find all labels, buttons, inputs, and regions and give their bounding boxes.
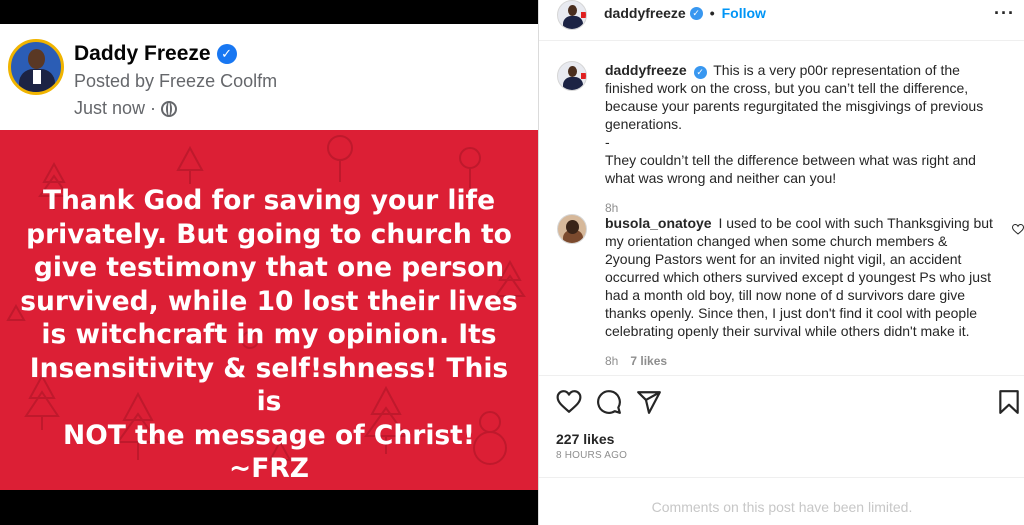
- fb-author-name-text: Daddy Freeze: [74, 42, 211, 65]
- post-header-user: daddyfreeze ✓ • Follow: [604, 5, 766, 21]
- verified-badge-icon: ✓: [689, 6, 703, 20]
- comment-meta: 8h 7 likes: [605, 352, 997, 370]
- author-avatar[interactable]: [557, 0, 587, 30]
- more-options-icon[interactable]: ···: [994, 3, 1015, 24]
- comment-body: busola_onatoye I used to be cool with su…: [605, 214, 997, 370]
- follow-button[interactable]: Follow: [722, 5, 766, 21]
- comment-text: I used to be cool with such Thanksgiving…: [605, 215, 993, 339]
- comments-panel: daddyfreeze ✓ • Follow ··· daddyfreeze ✓…: [538, 0, 1024, 525]
- poster-image: Thank God for saving your life privately…: [0, 130, 538, 490]
- comment-bubble-icon[interactable]: [596, 389, 622, 415]
- comment-like-heart-icon[interactable]: [1012, 224, 1024, 235]
- comment-body: daddyfreeze ✓ This is a very p00r repres…: [605, 61, 997, 217]
- globe-icon: [161, 100, 178, 117]
- divider: [539, 375, 1024, 376]
- post-media: Daddy Freeze ✓ Posted by Freeze Coolfm J…: [0, 0, 538, 525]
- comment-text-continued: They couldn’t tell the difference betwee…: [605, 152, 976, 186]
- fb-author-name: Daddy Freeze ✓: [74, 42, 237, 66]
- fb-avatar: [8, 39, 64, 95]
- verified-badge-icon: ✓: [216, 44, 237, 64]
- like-heart-icon[interactable]: [556, 389, 582, 415]
- instagram-post-view: Daddy Freeze ✓ Posted by Freeze Coolfm J…: [0, 0, 1024, 525]
- fb-post-time-text: Just now ·: [74, 98, 157, 118]
- comment-username[interactable]: busola_onatoye: [605, 215, 712, 231]
- comment-dash: -: [605, 134, 610, 150]
- comment-likes[interactable]: 7 likes: [630, 352, 667, 370]
- bookmark-save-icon[interactable]: [996, 389, 1022, 415]
- comments-limited-notice: Comments on this post have been limited.: [651, 499, 913, 515]
- post-likes-count[interactable]: 227 likes: [556, 431, 614, 447]
- post-timestamp[interactable]: 8 HOURS AGO: [556, 450, 627, 461]
- post-actions: [556, 389, 1022, 415]
- post-header: daddyfreeze ✓ • Follow ···: [539, 0, 1024, 30]
- divider: [539, 40, 1024, 41]
- poster-message: Thank God for saving your life privately…: [20, 185, 518, 484]
- commenter-avatar[interactable]: [557, 61, 587, 91]
- verified-badge-icon: ✓: [693, 65, 707, 79]
- header-separator: •: [709, 5, 715, 21]
- author-username[interactable]: daddyfreeze: [604, 5, 686, 21]
- comment-time[interactable]: 8h: [605, 352, 618, 370]
- facebook-post-header: Daddy Freeze ✓ Posted by Freeze Coolfm J…: [0, 24, 538, 130]
- fb-post-time: Just now ·: [74, 98, 178, 119]
- commenter-avatar[interactable]: [557, 214, 587, 244]
- fb-posted-by: Posted by Freeze Coolfm: [74, 71, 278, 91]
- share-send-icon[interactable]: [636, 389, 662, 415]
- comment-username[interactable]: daddyfreeze: [605, 62, 687, 78]
- divider: [539, 477, 1024, 478]
- media-bottom-bar: [0, 490, 538, 525]
